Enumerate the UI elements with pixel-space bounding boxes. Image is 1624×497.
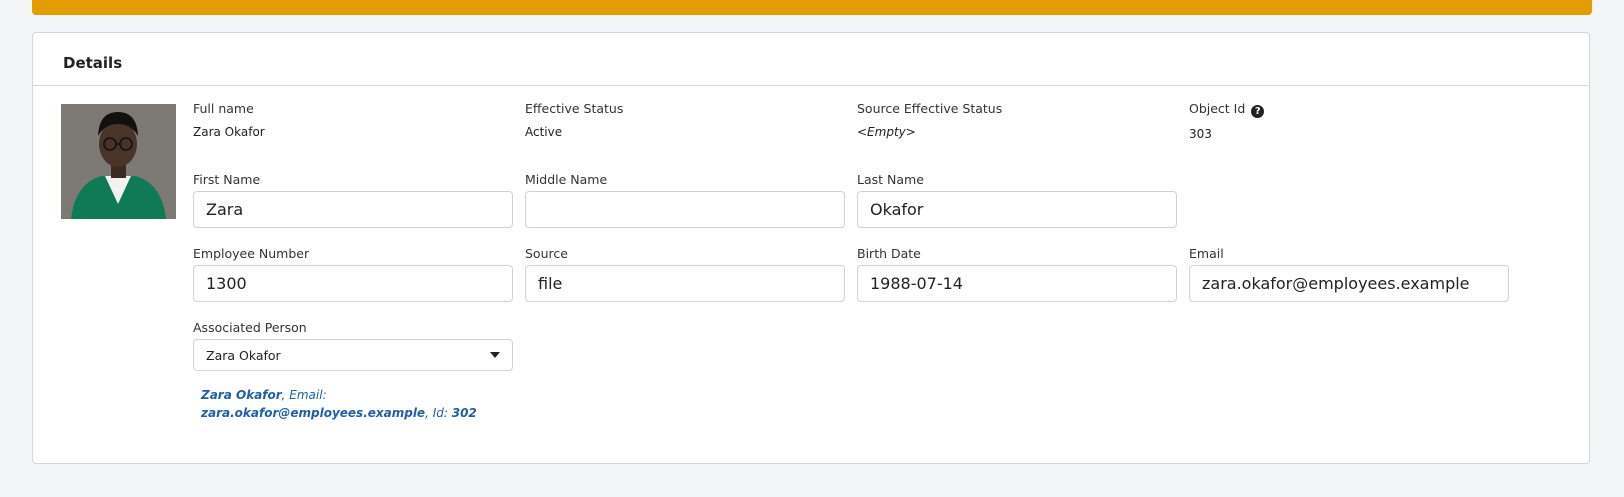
first-name-label: First Name [193, 172, 261, 187]
object-id-label-row: Object Id? [1189, 101, 1265, 118]
associated-person-id-link[interactable]: 302 [452, 406, 477, 420]
employee-number-label: Employee Number [193, 246, 310, 261]
birth-date-input[interactable] [857, 265, 1177, 302]
middle-name-label: Middle Name [525, 172, 608, 187]
full-name-label: Full name [193, 101, 254, 116]
details-card: Details Full name Zara Okafor Effective … [32, 32, 1590, 464]
help-icon[interactable]: ? [1251, 105, 1265, 118]
person-photo-icon [61, 104, 176, 219]
email-label: Email [1189, 246, 1224, 261]
middle-name-input[interactable] [525, 191, 845, 228]
associated-person-select[interactable]: Zara Okafor [193, 339, 513, 371]
caret-down-icon [490, 352, 500, 358]
warning-banner [32, 0, 1592, 15]
source-input[interactable] [525, 265, 845, 302]
associated-email-label: , Email: [281, 388, 327, 402]
associated-id-label: , Id: [425, 406, 452, 420]
effective-status-label: Effective Status [525, 101, 624, 116]
source-effective-status-field: Source Effective Status <Empty> [857, 101, 1002, 139]
avatar [61, 104, 176, 219]
associated-person-info: Zara Okafor, Email: zara.okafor@employee… [201, 386, 531, 422]
source-label: Source [525, 246, 568, 261]
object-id-field: Object Id? 303 [1189, 101, 1265, 141]
card-title: Details [63, 54, 123, 72]
effective-status-value: Active [525, 125, 563, 139]
object-id-value: 303 [1189, 127, 1212, 141]
source-effective-status-value: <Empty> [857, 125, 916, 139]
first-name-input[interactable] [193, 191, 513, 228]
object-id-label: Object Id [1189, 101, 1246, 116]
last-name-input[interactable] [857, 191, 1177, 228]
birth-date-label: Birth Date [857, 246, 921, 261]
effective-status-field: Effective Status Active [525, 101, 623, 139]
associated-person-selected: Zara Okafor [206, 347, 281, 363]
associated-person-name-link[interactable]: Zara Okafor [201, 388, 282, 402]
card-header: Details [33, 33, 1589, 86]
source-effective-status-label: Source Effective Status [857, 101, 1003, 116]
last-name-label: Last Name [857, 172, 924, 187]
full-name-field: Full name Zara Okafor [193, 101, 265, 139]
employee-number-input[interactable] [193, 265, 513, 302]
full-name-value: Zara Okafor [193, 125, 265, 139]
associated-person-label: Associated Person [193, 320, 307, 335]
associated-person-email-link[interactable]: zara.okafor@employees.example [201, 406, 425, 420]
email-input[interactable] [1189, 265, 1509, 302]
